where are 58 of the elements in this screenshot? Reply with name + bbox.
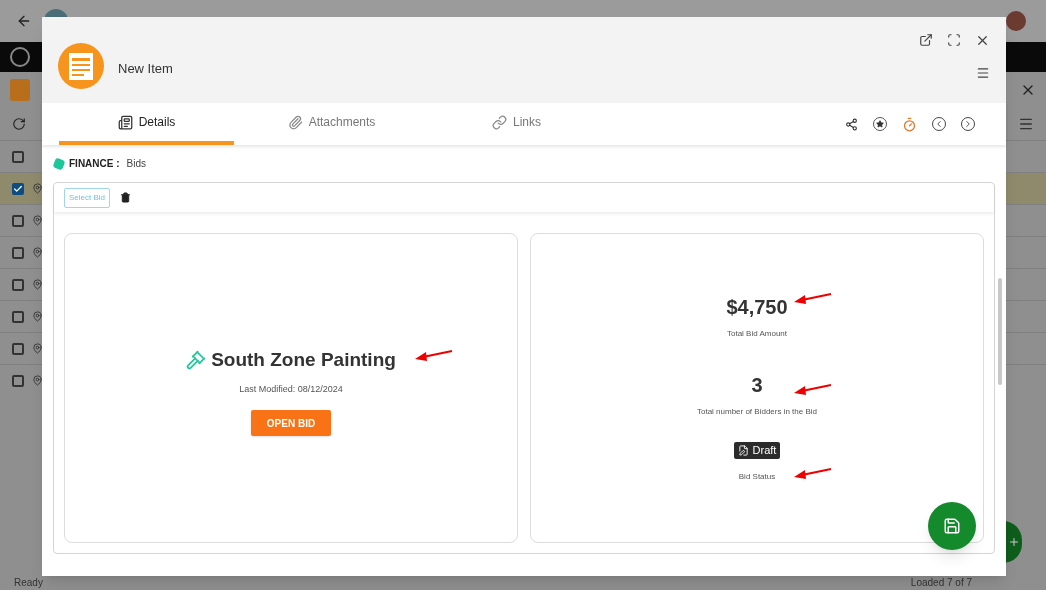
annotation-arrow [415, 350, 453, 362]
annotation-arrow [794, 384, 832, 396]
checkbox[interactable] [12, 310, 24, 323]
bidders-label: Total number of Bidders in the Bid [696, 406, 818, 418]
checkbox[interactable] [12, 374, 24, 387]
checkbox[interactable] [12, 342, 24, 355]
pin-icon [32, 279, 43, 290]
tag-icon [53, 157, 65, 170]
annotation-arrow [794, 468, 832, 480]
pin-icon [32, 311, 43, 322]
document-icon [117, 114, 133, 130]
pin-icon [32, 343, 43, 354]
save-button[interactable] [928, 502, 976, 550]
refresh-icon[interactable] [12, 117, 26, 131]
pin-icon [32, 375, 43, 386]
report-logo [58, 43, 104, 89]
avatar [1006, 11, 1026, 31]
checkbox[interactable] [12, 182, 24, 195]
status-count: Loaded 7 of 7 [910, 575, 972, 590]
app-icon[interactable] [10, 47, 30, 67]
checkbox[interactable] [12, 246, 24, 259]
module-label: FINANCE : [69, 157, 120, 171]
tab[interactable]: Details [59, 103, 234, 145]
favorite-icon[interactable] [873, 117, 887, 131]
tab[interactable]: Links [429, 103, 604, 145]
link-icon [492, 114, 507, 130]
dialog-title: New Item [118, 60, 173, 75]
annotation-arrow [794, 293, 832, 305]
close-icon[interactable] [975, 33, 990, 48]
menu-icon[interactable] [976, 66, 990, 80]
open-bid-button[interactable]: OPEN BID [250, 410, 332, 436]
status-label: Bid Status [738, 471, 776, 483]
pin-icon [32, 183, 43, 194]
paperclip-icon [287, 114, 303, 130]
plus-icon [1008, 536, 1020, 548]
bid-title: South Zone Painting [211, 348, 396, 372]
module-value: Bids [126, 157, 146, 171]
bidder-count: 3 [751, 373, 763, 398]
pin-icon [32, 247, 43, 258]
bid-amount: $4,750 [726, 295, 788, 320]
timer-icon[interactable] [902, 116, 917, 132]
status-badge: Draft [733, 442, 781, 459]
status-text: Ready [14, 575, 43, 590]
open-external-icon[interactable] [919, 33, 933, 47]
amount-label: Total Bid Amount [726, 328, 787, 340]
tab[interactable]: Attachments [244, 103, 419, 145]
share-icon[interactable] [845, 117, 858, 131]
checkbox[interactable] [12, 278, 24, 291]
last-modified: Last Modified: 08/12/2024 [239, 382, 343, 396]
pin-icon [32, 215, 43, 226]
menu-icon[interactable] [1018, 116, 1034, 132]
fullscreen-icon[interactable] [947, 33, 961, 47]
checkbox[interactable] [12, 150, 24, 163]
delete-icon[interactable] [120, 192, 132, 203]
save-icon [943, 517, 961, 535]
checkbox[interactable] [12, 214, 24, 227]
back-icon[interactable] [16, 13, 32, 29]
gavel-icon [186, 350, 207, 371]
